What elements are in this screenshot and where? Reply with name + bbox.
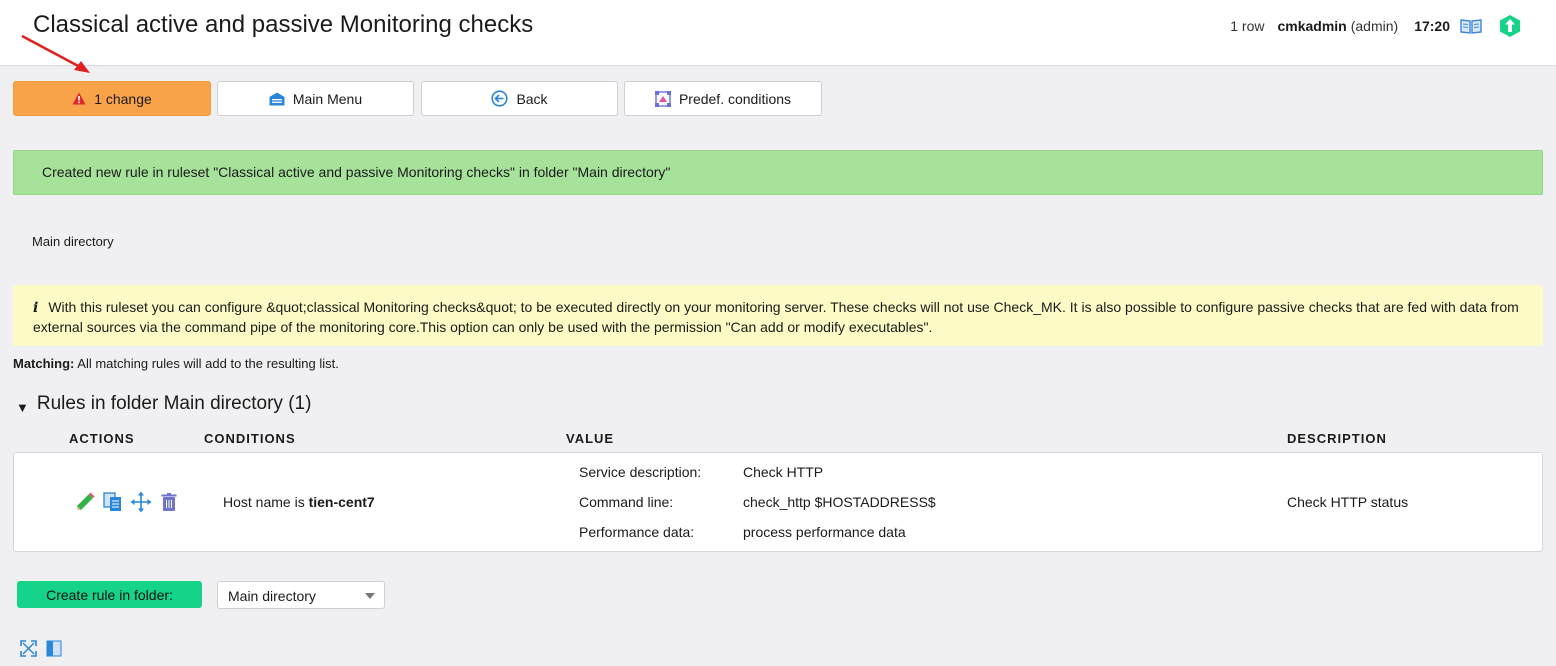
create-rule-button[interactable]: Create rule in folder: bbox=[17, 581, 202, 608]
row-count: 1 row bbox=[1230, 18, 1265, 34]
book-icon[interactable] bbox=[1460, 18, 1482, 34]
main-menu-label: Main Menu bbox=[292, 90, 363, 107]
column-header-value: VALUE bbox=[566, 431, 615, 446]
user-role: (admin) bbox=[1350, 18, 1399, 34]
bottom-icons bbox=[20, 640, 62, 657]
clock: 17:20 bbox=[1414, 18, 1450, 34]
info-icon: i bbox=[33, 300, 39, 316]
table-row: Host name is tien-cent7 Service descript… bbox=[13, 452, 1543, 552]
info-text: With this ruleset you can configure &quo… bbox=[33, 299, 1519, 335]
matching-text: All matching rules will add to the resul… bbox=[77, 356, 339, 371]
column-header-conditions: CONDITIONS bbox=[204, 431, 296, 446]
rule-condition: Host name is tien-cent7 bbox=[223, 494, 375, 510]
back-label: Back bbox=[516, 90, 548, 107]
matching-label: Matching: bbox=[13, 356, 75, 371]
delete-trash-icon[interactable] bbox=[158, 491, 180, 513]
folder-select-value: Main directory bbox=[228, 588, 316, 604]
header-status: 1 row cmkadmin (admin) 17:20 bbox=[1230, 14, 1522, 38]
value-text: Check HTTP bbox=[743, 464, 824, 480]
fullscreen-icon[interactable] bbox=[20, 640, 37, 657]
pending-changes-button[interactable]: 1 change bbox=[13, 81, 211, 116]
collapse-triangle-icon[interactable]: ▼ bbox=[16, 400, 29, 415]
success-message: Created new rule in ruleset "Classical a… bbox=[13, 150, 1543, 195]
edit-pencil-icon[interactable] bbox=[74, 491, 96, 513]
move-icon[interactable] bbox=[130, 491, 152, 513]
condition-host: tien-cent7 bbox=[308, 494, 375, 510]
rule-actions bbox=[74, 491, 180, 513]
warning-icon bbox=[72, 92, 86, 105]
predefined-conditions-button[interactable]: Predef. conditions bbox=[624, 81, 822, 116]
user-name[interactable]: cmkadmin bbox=[1277, 18, 1346, 34]
chevron-down-icon bbox=[365, 593, 375, 599]
column-header-description: DESCRIPTION bbox=[1287, 431, 1387, 446]
home-icon bbox=[269, 92, 285, 105]
rule-description: Check HTTP status bbox=[1287, 494, 1409, 510]
checkmk-logo-icon[interactable] bbox=[1498, 14, 1522, 38]
matching-info: Matching: All matching rules will add to… bbox=[13, 356, 339, 371]
value-label: Command line: bbox=[579, 494, 674, 510]
predefined-conditions-label: Predef. conditions bbox=[678, 90, 792, 107]
pending-changes-label: 1 change bbox=[94, 90, 152, 107]
value-label: Performance data: bbox=[579, 524, 695, 540]
sidebar-toggle-icon[interactable] bbox=[46, 640, 62, 657]
section-title: Rules in folder Main directory (1) bbox=[36, 393, 312, 414]
page-title: Classical active and passive Monitoring … bbox=[33, 11, 534, 38]
condition-prefix: Host name is bbox=[223, 494, 305, 510]
top-bar: Classical active and passive Monitoring … bbox=[0, 0, 1556, 66]
predefined-conditions-icon bbox=[654, 90, 671, 107]
back-arrow-icon bbox=[491, 90, 509, 107]
info-box: i With this ruleset you can configure &qu… bbox=[13, 285, 1543, 346]
value-text: check_http $HOSTADDRESS$ bbox=[743, 494, 936, 510]
rules-folder-section[interactable]: ▼ Rules in folder Main directory (1) bbox=[16, 393, 311, 415]
column-header-actions: ACTIONS bbox=[69, 431, 135, 446]
annotation-arrow-icon bbox=[21, 34, 90, 73]
value-label: Service description: bbox=[579, 464, 702, 480]
folder-select[interactable]: Main directory bbox=[217, 581, 385, 609]
breadcrumb[interactable]: Main directory bbox=[32, 234, 114, 249]
clone-icon[interactable] bbox=[102, 491, 124, 513]
main-menu-button[interactable]: Main Menu bbox=[217, 81, 414, 116]
back-button[interactable]: Back bbox=[421, 81, 618, 116]
value-text: process performance data bbox=[743, 524, 906, 540]
